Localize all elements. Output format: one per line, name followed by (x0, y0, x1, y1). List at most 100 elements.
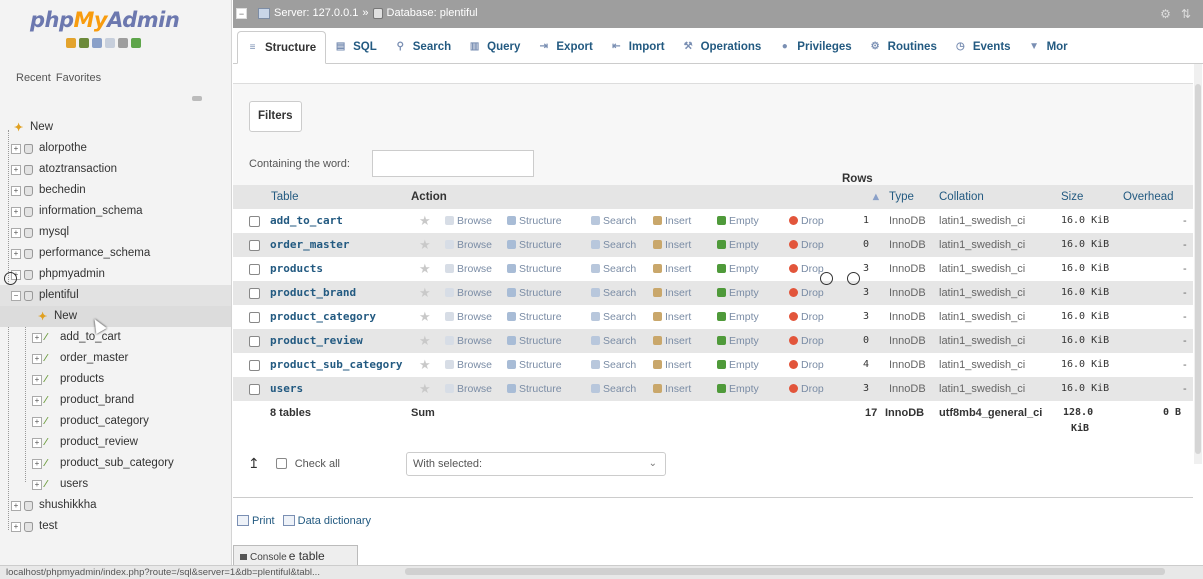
action-insert[interactable]: Insert (653, 257, 691, 281)
action-browse[interactable]: Browse (445, 257, 492, 281)
row-checkbox[interactable] (249, 336, 260, 347)
expand-icon[interactable]: + (32, 479, 42, 490)
action-browse[interactable]: Browse (445, 281, 492, 305)
action-drop[interactable]: Drop (789, 329, 824, 353)
console-toggle[interactable]: Console e table (233, 545, 358, 567)
tab-export[interactable]: ⇥ Export (529, 30, 601, 63)
action-structure[interactable]: Structure (507, 209, 562, 233)
expand-icon[interactable]: + (11, 164, 21, 175)
expand-icon[interactable]: + (32, 395, 42, 406)
expand-icon[interactable]: + (32, 458, 42, 469)
row-size[interactable]: 16.0 KiB (1061, 377, 1109, 401)
action-insert[interactable]: Insert (653, 281, 691, 305)
table-name-link[interactable]: product_category (270, 305, 376, 329)
action-drop[interactable]: Drop (789, 233, 824, 257)
tree-table-product-category[interactable]: + ∕ product_category (0, 411, 231, 432)
row-size[interactable]: 16.0 KiB (1061, 209, 1109, 233)
expand-icon[interactable]: + (32, 332, 42, 343)
scrollbar-thumb[interactable] (1195, 84, 1201, 454)
action-drop[interactable]: Drop (789, 257, 824, 281)
row-size[interactable]: 16.0 KiB (1061, 353, 1109, 377)
tree-table-product-sub-category[interactable]: + ∕ product_sub_category (0, 453, 231, 474)
row-checkbox[interactable] (249, 312, 260, 323)
action-search[interactable]: Search (591, 233, 636, 257)
row-size[interactable]: 16.0 KiB (1061, 305, 1109, 329)
row-collation[interactable]: latin1_swedish_ci (939, 233, 1025, 257)
row-collation[interactable]: latin1_swedish_ci (939, 377, 1025, 401)
with-selected-dropdown[interactable]: With selected: ⌄ (406, 452, 666, 476)
expand-icon[interactable]: + (11, 185, 21, 196)
action-search[interactable]: Search (591, 281, 636, 305)
row-checkbox[interactable] (249, 384, 260, 395)
row-collation[interactable]: latin1_swedish_ci (939, 353, 1025, 377)
favorite-star-icon[interactable]: ★ (419, 281, 431, 305)
tree-db-performance-schema[interactable]: + performance_schema (0, 243, 231, 264)
tree-new-database[interactable]: ✦ New (0, 117, 231, 138)
phpmyadmin-logo[interactable]: phpMyAdmin (30, 8, 180, 32)
row-checkbox[interactable] (249, 216, 260, 227)
data-dictionary-link[interactable]: Data dictionary (282, 515, 371, 527)
tab-structure[interactable]: ≡ Structure (237, 31, 327, 64)
expand-icon[interactable]: + (11, 521, 21, 532)
tab-import[interactable]: ⇤ Import (602, 30, 674, 63)
action-browse[interactable]: Browse (445, 353, 492, 377)
row-collation[interactable]: latin1_swedish_ci (939, 257, 1025, 281)
filter-search-input[interactable] (372, 150, 534, 177)
action-insert[interactable]: Insert (653, 305, 691, 329)
tree-db-bechedin[interactable]: + bechedin (0, 180, 231, 201)
action-insert[interactable]: Insert (653, 209, 691, 233)
collapse-icon[interactable]: − (11, 290, 21, 301)
action-structure[interactable]: Structure (507, 281, 562, 305)
action-empty[interactable]: Empty (717, 353, 759, 377)
table-name-link[interactable]: add_to_cart (270, 209, 343, 233)
table-name-link[interactable]: product_brand (270, 281, 356, 305)
row-size[interactable]: 16.0 KiB (1061, 281, 1109, 305)
tree-table-product-brand[interactable]: + ∕ product_brand (0, 390, 231, 411)
action-search[interactable]: Search (591, 257, 636, 281)
row-checkbox[interactable] (249, 288, 260, 299)
tab-search[interactable]: ⚲ Search (386, 30, 460, 63)
action-structure[interactable]: Structure (507, 305, 562, 329)
expand-icon[interactable]: + (11, 206, 21, 217)
action-drop[interactable]: Drop (789, 353, 824, 377)
tree-db-shushikkha[interactable]: + shushikkha (0, 495, 231, 516)
header-table[interactable]: Table (271, 185, 299, 209)
tree-db-plentiful[interactable]: − plentiful (0, 285, 231, 306)
expand-icon[interactable]: + (32, 416, 42, 427)
collapse-nav-icon[interactable]: − (236, 8, 247, 19)
settings-icon[interactable] (118, 38, 128, 48)
action-empty[interactable]: Empty (717, 281, 759, 305)
action-search[interactable]: Search (591, 209, 636, 233)
header-size[interactable]: Size (1061, 185, 1083, 209)
action-empty[interactable]: Empty (717, 209, 759, 233)
row-checkbox[interactable] (249, 264, 260, 275)
action-browse[interactable]: Browse (445, 209, 492, 233)
tree-db-phpmyadmin[interactable]: + phpmyadmin (0, 264, 231, 285)
action-insert[interactable]: Insert (653, 377, 691, 401)
favorite-star-icon[interactable]: ★ (419, 353, 431, 377)
expand-icon[interactable]: + (11, 143, 21, 154)
table-name-link[interactable]: users (270, 377, 303, 401)
tree-db-test[interactable]: + test (0, 516, 231, 537)
expand-icon[interactable]: + (11, 500, 21, 511)
tab-operations[interactable]: ⚒ Operations (674, 30, 771, 63)
collapse-icon[interactable]: ⇅ (1181, 7, 1191, 21)
recent-tab[interactable]: Recent (16, 72, 51, 84)
row-collation[interactable]: latin1_swedish_ci (939, 305, 1025, 329)
action-structure[interactable]: Structure (507, 329, 562, 353)
tree-db-atoztransaction[interactable]: + atoztransaction (0, 159, 231, 180)
tab-routines[interactable]: ⚙ Routines (861, 30, 946, 63)
action-search[interactable]: Search (591, 305, 636, 329)
tree-db-alorpothe[interactable]: + alorpothe (0, 138, 231, 159)
action-drop[interactable]: Drop (789, 281, 824, 305)
action-browse[interactable]: Browse (445, 305, 492, 329)
favorite-star-icon[interactable]: ★ (419, 209, 431, 233)
docs-icon[interactable] (105, 38, 115, 48)
action-empty[interactable]: Empty (717, 257, 759, 281)
expand-icon[interactable]: + (11, 248, 21, 259)
tree-new-table[interactable]: ✦ New (0, 306, 231, 327)
tree-db-mysql[interactable]: + mysql (0, 222, 231, 243)
expand-icon[interactable]: + (32, 437, 42, 448)
breadcrumb-server[interactable]: Server: 127.0.0.1 (274, 7, 358, 19)
action-empty[interactable]: Empty (717, 329, 759, 353)
